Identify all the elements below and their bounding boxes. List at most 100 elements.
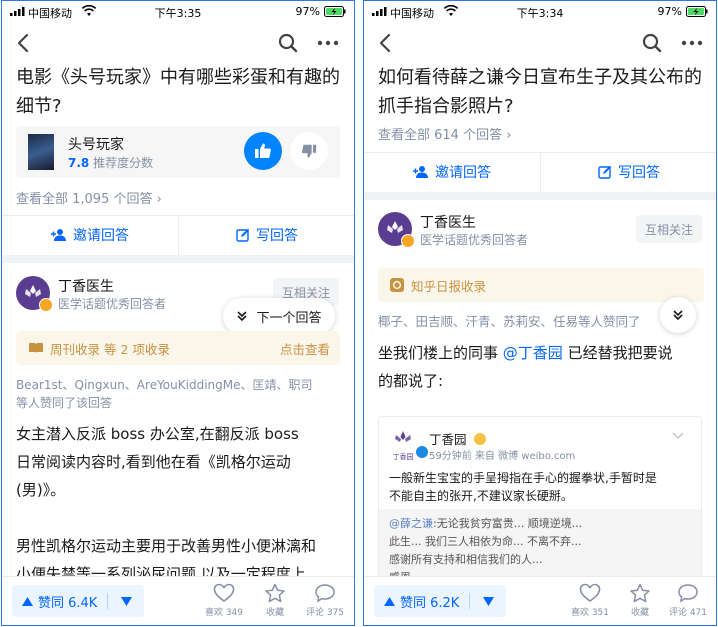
search-icon[interactable] [276, 31, 300, 55]
next-answer-button[interactable]: 下一个回答 [223, 298, 335, 334]
like-button[interactable]: 喜欢 349 [204, 583, 244, 618]
downvote-button[interactable] [108, 585, 144, 617]
movie-card[interactable]: 头号玩家 7.8 推荐度分数 [16, 126, 340, 178]
double-chevron-down-icon [237, 311, 248, 322]
follow-button[interactable]: 互相关注 [636, 215, 702, 243]
nav-bar [2, 29, 354, 57]
phone-screen-right: 中国移动 下午3:34 97% 如何看待薛之谦今日宣布生子及其公布的抓手指合影照… [363, 0, 717, 626]
collection-banner[interactable]: 知乎日报收录 [378, 268, 704, 302]
collect-button[interactable]: 收藏 [620, 583, 660, 618]
downvote-button[interactable] [470, 585, 506, 617]
status-bar: 中国移动 下午3:35 97% [2, 1, 354, 23]
verified-badge-icon [39, 298, 53, 312]
voters-text[interactable]: Bear1st、Qingxun、AreYouKiddingMe、匡靖、职司 等人… [16, 376, 313, 412]
collection-banner[interactable]: 周刊收录 等 2 项收录 点击查看 [16, 331, 340, 365]
answer-text-line: 坐我们楼上的同事 @丁香园 已经替我把要说 [378, 339, 673, 367]
author-description: 医学话题优秀回答者 [420, 233, 529, 247]
author-avatar[interactable] [378, 212, 415, 248]
upvote-button[interactable]: 赞同 6.2K [374, 585, 469, 617]
quote-mention[interactable]: @薛之谦 [389, 517, 433, 530]
answer-body: 女主潜入反派 boss 办公室,在翻反派 boss 日常阅读内容时,看到他在看《… [16, 420, 316, 588]
search-icon[interactable] [640, 31, 664, 55]
comment-button[interactable]: 评论 375 [301, 583, 349, 618]
like-count: 喜欢 351 [570, 608, 610, 618]
quote-line: @薛之谦:无论我贫穷富贵... 顺境逆境... [389, 515, 582, 533]
comment-count: 评论 471 [668, 608, 708, 618]
answer-text: 坐我们楼上的同事 [378, 344, 503, 362]
upvote-button[interactable]: 赞同 6.4K [12, 585, 107, 617]
emoji-icon [473, 433, 486, 445]
answer-text: 已经替我把要说 [562, 344, 673, 362]
zhihu-daily-icon [390, 278, 404, 292]
invite-answer-button[interactable]: 邀请回答 [2, 215, 178, 255]
recommend-button[interactable] [244, 132, 282, 170]
answer-body: 坐我们楼上的同事 @丁香园 已经替我把要说 的都说了: [378, 339, 673, 395]
movie-name: 头号玩家 [68, 137, 124, 153]
voters-line: Bear1st、Qingxun、AreYouKiddingMe、匡靖、职司 [16, 378, 313, 392]
author-avatar[interactable] [16, 276, 53, 312]
next-answer-label: 下一个回答 [256, 310, 322, 326]
answer-text-line: 的都说了: [378, 372, 444, 390]
weibo-meta: 59分钟前 来自 微博 weibo.com [429, 451, 576, 462]
invite-answer-label: 邀请回答 [73, 228, 129, 244]
phone-screen-left: 中国移动 下午3:35 97% 电影《头号玩家》中有哪些彩蛋和有趣的细节? 头号… [1, 0, 355, 626]
thumbs-up-icon [255, 143, 271, 158]
view-all-answers-link[interactable]: 查看全部 1,095 个回答 › [16, 188, 162, 207]
collect-button[interactable]: 收藏 [255, 583, 295, 618]
weibo-text-line: 不能自主的张开,不建议家长硬掰。 [389, 489, 573, 503]
chevron-down-icon[interactable] [671, 431, 685, 441]
movie-score-label: 推荐度分数 [93, 156, 154, 170]
star-icon [265, 583, 285, 603]
collect-label: 收藏 [630, 608, 649, 618]
bottom-toolbar: 赞同 6.2K 喜欢 351 收藏 评论 471 [364, 576, 716, 625]
heart-icon [579, 583, 601, 602]
next-answer-button[interactable] [660, 297, 696, 333]
comment-bubble-icon [315, 584, 335, 603]
verified-icon [415, 445, 429, 459]
invite-answer-button[interactable]: 邀请回答 [364, 152, 540, 192]
more-icon[interactable] [316, 31, 340, 55]
author-description: 医学话题优秀回答者 [58, 297, 167, 311]
weibo-author-name: 丁香园 [429, 432, 467, 447]
write-answer-button[interactable]: 写回答 [179, 215, 354, 255]
comment-button[interactable]: 评论 471 [664, 583, 712, 618]
weibo-text-line: 一般新生宝宝的手呈拇指在手心的握拳状,手暂时是 [389, 471, 657, 485]
downvote-triangle-icon [120, 596, 132, 606]
upvote-count: 赞同 6.4K [38, 595, 98, 611]
movie-score: 7.8 [68, 156, 90, 170]
mention-link[interactable]: @丁香园 [503, 344, 563, 362]
like-count: 喜欢 349 [204, 608, 244, 618]
question-title[interactable]: 如何看待薛之谦今日宣布生子及其公布的抓手指合影照片? [378, 63, 702, 121]
collection-link[interactable]: 点击查看 [280, 339, 330, 358]
upvote-count: 赞同 6.2K [400, 595, 460, 611]
nav-bar [364, 29, 716, 57]
upvote-triangle-icon [384, 596, 395, 606]
answer-text-line: 女主潜入反派 boss 办公室,在翻反派 boss [16, 425, 299, 443]
voters-text[interactable]: 椰子、田吉顺、汗青、苏莉安、任易等人赞同了 [378, 313, 641, 331]
answer-text-line: (男)》。 [16, 481, 66, 499]
status-bar: 中国移动 下午3:34 97% [364, 1, 716, 23]
write-answer-button[interactable]: 写回答 [541, 152, 716, 192]
back-arrow-icon[interactable] [374, 31, 398, 55]
comment-bubble-icon [678, 584, 698, 603]
battery-charging-icon [324, 6, 346, 17]
view-all-answers-link[interactable]: 查看全部 614 个回答 › [378, 124, 511, 143]
like-button[interactable]: 喜欢 351 [570, 583, 610, 618]
invite-answer-label: 邀请回答 [435, 165, 491, 181]
weibo-card[interactable]: 丁香园 丁香园 59分钟前 来自 微博 weibo.com 一般新生宝宝的手呈拇… [378, 416, 702, 594]
battery-charging-icon [686, 6, 708, 17]
not-recommend-button[interactable] [290, 132, 328, 170]
section-gap [2, 255, 354, 263]
heart-icon [213, 583, 235, 602]
add-user-icon [413, 166, 428, 178]
more-icon[interactable] [680, 31, 704, 55]
movie-poster [28, 134, 54, 170]
author-name[interactable]: 丁香医生 [58, 276, 114, 296]
author-name[interactable]: 丁香医生 [420, 212, 476, 232]
weibo-author[interactable]: 丁香园 [429, 429, 486, 448]
vote-control: 赞同 6.4K [12, 585, 145, 617]
star-icon [630, 583, 650, 603]
add-user-icon [51, 229, 66, 241]
question-title[interactable]: 电影《头号玩家》中有哪些彩蛋和有趣的细节? [16, 63, 340, 121]
back-arrow-icon[interactable] [12, 31, 36, 55]
